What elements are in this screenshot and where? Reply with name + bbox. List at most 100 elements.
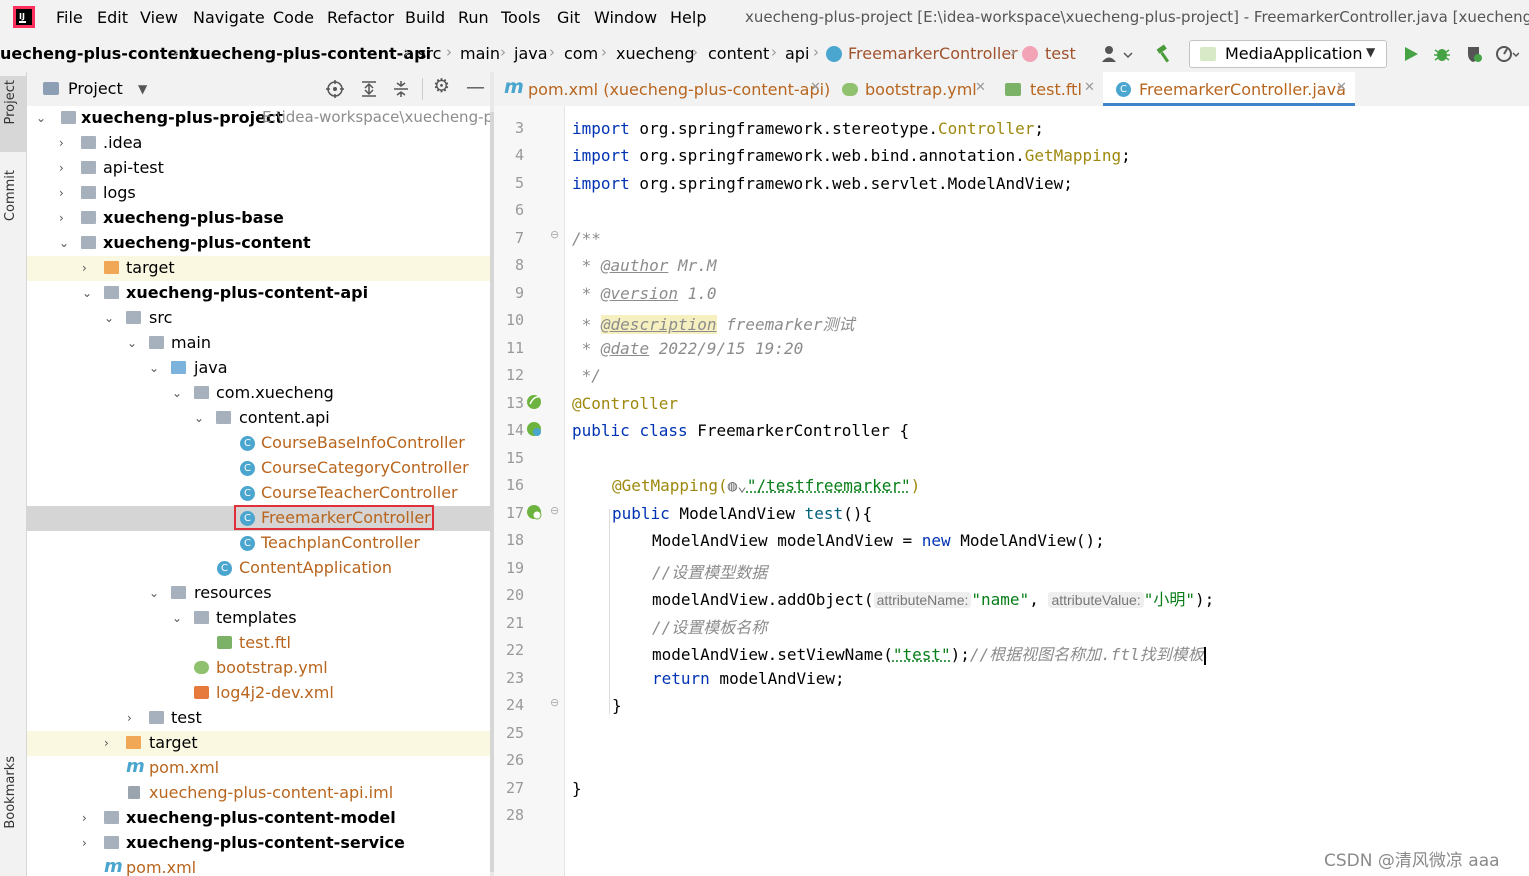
code-editor[interactable]: import org.springframework.stereotype.Co… <box>565 106 1529 876</box>
chevron-right-icon[interactable]: › <box>59 136 64 150</box>
hide-panel-icon[interactable]: — <box>466 76 485 98</box>
tree-node-templates[interactable]: ⌄ templates <box>27 606 490 631</box>
menu-git[interactable]: Git <box>557 8 580 27</box>
breadcrumb-content[interactable]: content <box>708 44 769 63</box>
chevron-down-icon[interactable]: ⌄ <box>149 586 159 600</box>
chevron-down-icon[interactable]: ⌄ <box>149 361 159 375</box>
tree-node-idea[interactable]: › .idea <box>27 131 490 156</box>
tree-node-service[interactable]: › xuecheng-plus-content-service <box>27 831 490 856</box>
spring-bean-gutter-icon[interactable] <box>525 420 543 438</box>
tree-node-api-test[interactable]: › api-test <box>27 156 490 181</box>
bookmarks-tool-tab[interactable]: Bookmarks <box>3 756 18 829</box>
menu-edit[interactable]: Edit <box>97 8 128 27</box>
run-icon[interactable] <box>1402 45 1420 63</box>
globe-icon[interactable]: ◍⌄ <box>728 476 747 495</box>
chevron-down-icon[interactable]: ▼ <box>138 82 147 96</box>
chevron-down-icon[interactable]: ⌄ <box>104 311 114 325</box>
breadcrumb-class[interactable]: FreemarkerController <box>848 44 1018 63</box>
close-icon[interactable]: ✕ <box>975 80 986 95</box>
tree-node-test[interactable]: › test <box>27 706 490 731</box>
tree-node-resources[interactable]: ⌄ resources <box>27 581 490 606</box>
tab-bootstrap-yml[interactable]: bootstrap.yml ✕ <box>829 72 991 106</box>
project-tree[interactable]: ⌄ xuecheng-plus-project E:\idea-workspac… <box>27 106 490 876</box>
tree-node-project-root[interactable]: ⌄ xuecheng-plus-project E:\idea-workspac… <box>27 106 490 131</box>
run-config-dropdown[interactable]: MediaApplication ▼ <box>1189 40 1387 68</box>
project-view-title[interactable]: Project <box>68 79 123 98</box>
tree-node-xml[interactable]: log4j2-dev.xml <box>27 681 490 706</box>
fold-icon[interactable]: ⊖ <box>550 504 559 517</box>
tab-freemarker-controller[interactable]: C FreemarkerController.java ✕ <box>1103 72 1355 106</box>
spring-bean-gutter-icon[interactable] <box>525 393 543 411</box>
close-icon[interactable]: ✕ <box>810 80 821 95</box>
tree-node-content[interactable]: ⌄ xuecheng-plus-content <box>27 231 490 256</box>
menu-run[interactable]: Run <box>458 8 489 27</box>
commit-tool-tab[interactable]: Commit <box>3 170 18 221</box>
menu-help[interactable]: Help <box>670 8 706 27</box>
chevron-down-icon[interactable]: ⌄ <box>82 286 92 300</box>
menu-navigate[interactable]: Navigate <box>193 8 265 27</box>
tree-node-class[interactable]: C CourseCategoryController <box>27 456 490 481</box>
breadcrumb-api[interactable]: api <box>785 44 809 63</box>
chevron-right-icon[interactable]: › <box>59 211 64 225</box>
menu-code[interactable]: Code <box>273 8 314 27</box>
tree-node-base[interactable]: › xuecheng-plus-base <box>27 206 490 231</box>
gear-icon[interactable]: ⚙ <box>433 75 450 97</box>
chevron-down-icon[interactable]: ⌄ <box>172 611 182 625</box>
tree-node-logs[interactable]: › logs <box>27 181 490 206</box>
breadcrumb-com[interactable]: com <box>564 44 598 63</box>
collapse-all-icon[interactable] <box>392 80 410 98</box>
tree-node-target[interactable]: › target <box>27 256 490 281</box>
locate-target-icon[interactable] <box>326 80 344 98</box>
chevron-down-icon[interactable]: ⌄ <box>172 386 182 400</box>
menu-window[interactable]: Window <box>594 8 657 27</box>
close-icon[interactable]: ✕ <box>1084 80 1095 95</box>
breadcrumb-method[interactable]: test <box>1045 44 1076 63</box>
tree-node-yml[interactable]: bootstrap.yml <box>27 656 490 681</box>
chevron-down-icon[interactable]: ⌄ <box>59 236 69 250</box>
chevron-right-icon[interactable]: › <box>82 836 87 850</box>
chevron-right-icon[interactable]: › <box>59 186 64 200</box>
close-icon[interactable]: ✕ <box>1336 80 1347 95</box>
tree-node-pom[interactable]: m pom.xml <box>27 856 490 876</box>
menu-refactor[interactable]: Refactor <box>327 8 394 27</box>
breadcrumb-main[interactable]: main <box>460 44 500 63</box>
breadcrumb-src[interactable]: src <box>418 44 441 63</box>
fold-icon[interactable]: ⊖ <box>550 228 559 241</box>
tree-node-com-xuecheng[interactable]: ⌄ com.xuecheng <box>27 381 490 406</box>
profiler-icon[interactable] <box>1495 44 1519 64</box>
menu-view[interactable]: View <box>140 8 178 27</box>
tree-node-java[interactable]: ⌄ java <box>27 356 490 381</box>
tab-test-ftl[interactable]: test.ftl ✕ <box>992 72 1102 106</box>
expand-all-icon[interactable] <box>360 80 378 98</box>
build-hammer-icon[interactable] <box>1155 44 1175 64</box>
chevron-down-icon[interactable]: ⌄ <box>36 111 46 125</box>
coverage-icon[interactable] <box>1464 44 1484 64</box>
tree-node-class[interactable]: C CourseBaseInfoController <box>27 431 490 456</box>
tree-node-model[interactable]: › xuecheng-plus-content-model <box>27 806 490 831</box>
tree-node-iml[interactable]: xuecheng-plus-content-api.iml <box>27 781 490 806</box>
breadcrumb-java[interactable]: java <box>514 44 548 63</box>
breadcrumb-module[interactable]: uecheng-plus-content <box>0 44 197 63</box>
menu-build[interactable]: Build <box>405 8 445 27</box>
fold-icon[interactable]: ⊖ <box>550 696 559 709</box>
tree-node-class[interactable]: C ContentApplication <box>27 556 490 581</box>
tree-node-src[interactable]: ⌄ src <box>27 306 490 331</box>
chevron-right-icon[interactable]: › <box>127 711 132 725</box>
tree-node-class[interactable]: C TeachplanController <box>27 531 490 556</box>
user-account-icon[interactable] <box>1100 45 1136 63</box>
tree-node-content-api[interactable]: ⌄ xuecheng-plus-content-api <box>27 281 490 306</box>
tab-pom-xml[interactable]: m pom.xml (xuecheng-plus-content-api) ✕ <box>494 72 830 106</box>
tree-node-class[interactable]: C CourseTeacherController <box>27 481 490 506</box>
debug-icon[interactable] <box>1432 44 1452 64</box>
chevron-right-icon[interactable]: › <box>82 261 87 275</box>
tree-node-class-selected[interactable]: C FreemarkerController <box>27 505 490 531</box>
chevron-right-icon[interactable]: › <box>104 736 109 750</box>
editor-gutter[interactable]: 3 4 5 6 7 8 9 10 11 12 13 14 15 16 17 18… <box>494 106 565 876</box>
chevron-right-icon[interactable]: › <box>82 811 87 825</box>
menu-file[interactable]: File <box>56 8 83 27</box>
tree-node-target[interactable]: › target <box>27 731 490 756</box>
breadcrumb-xuecheng[interactable]: xuecheng <box>616 44 695 63</box>
tree-node-ftl[interactable]: test.ftl <box>27 631 490 656</box>
request-mapping-gutter-icon[interactable] <box>525 503 543 521</box>
chevron-right-icon[interactable]: › <box>59 161 64 175</box>
